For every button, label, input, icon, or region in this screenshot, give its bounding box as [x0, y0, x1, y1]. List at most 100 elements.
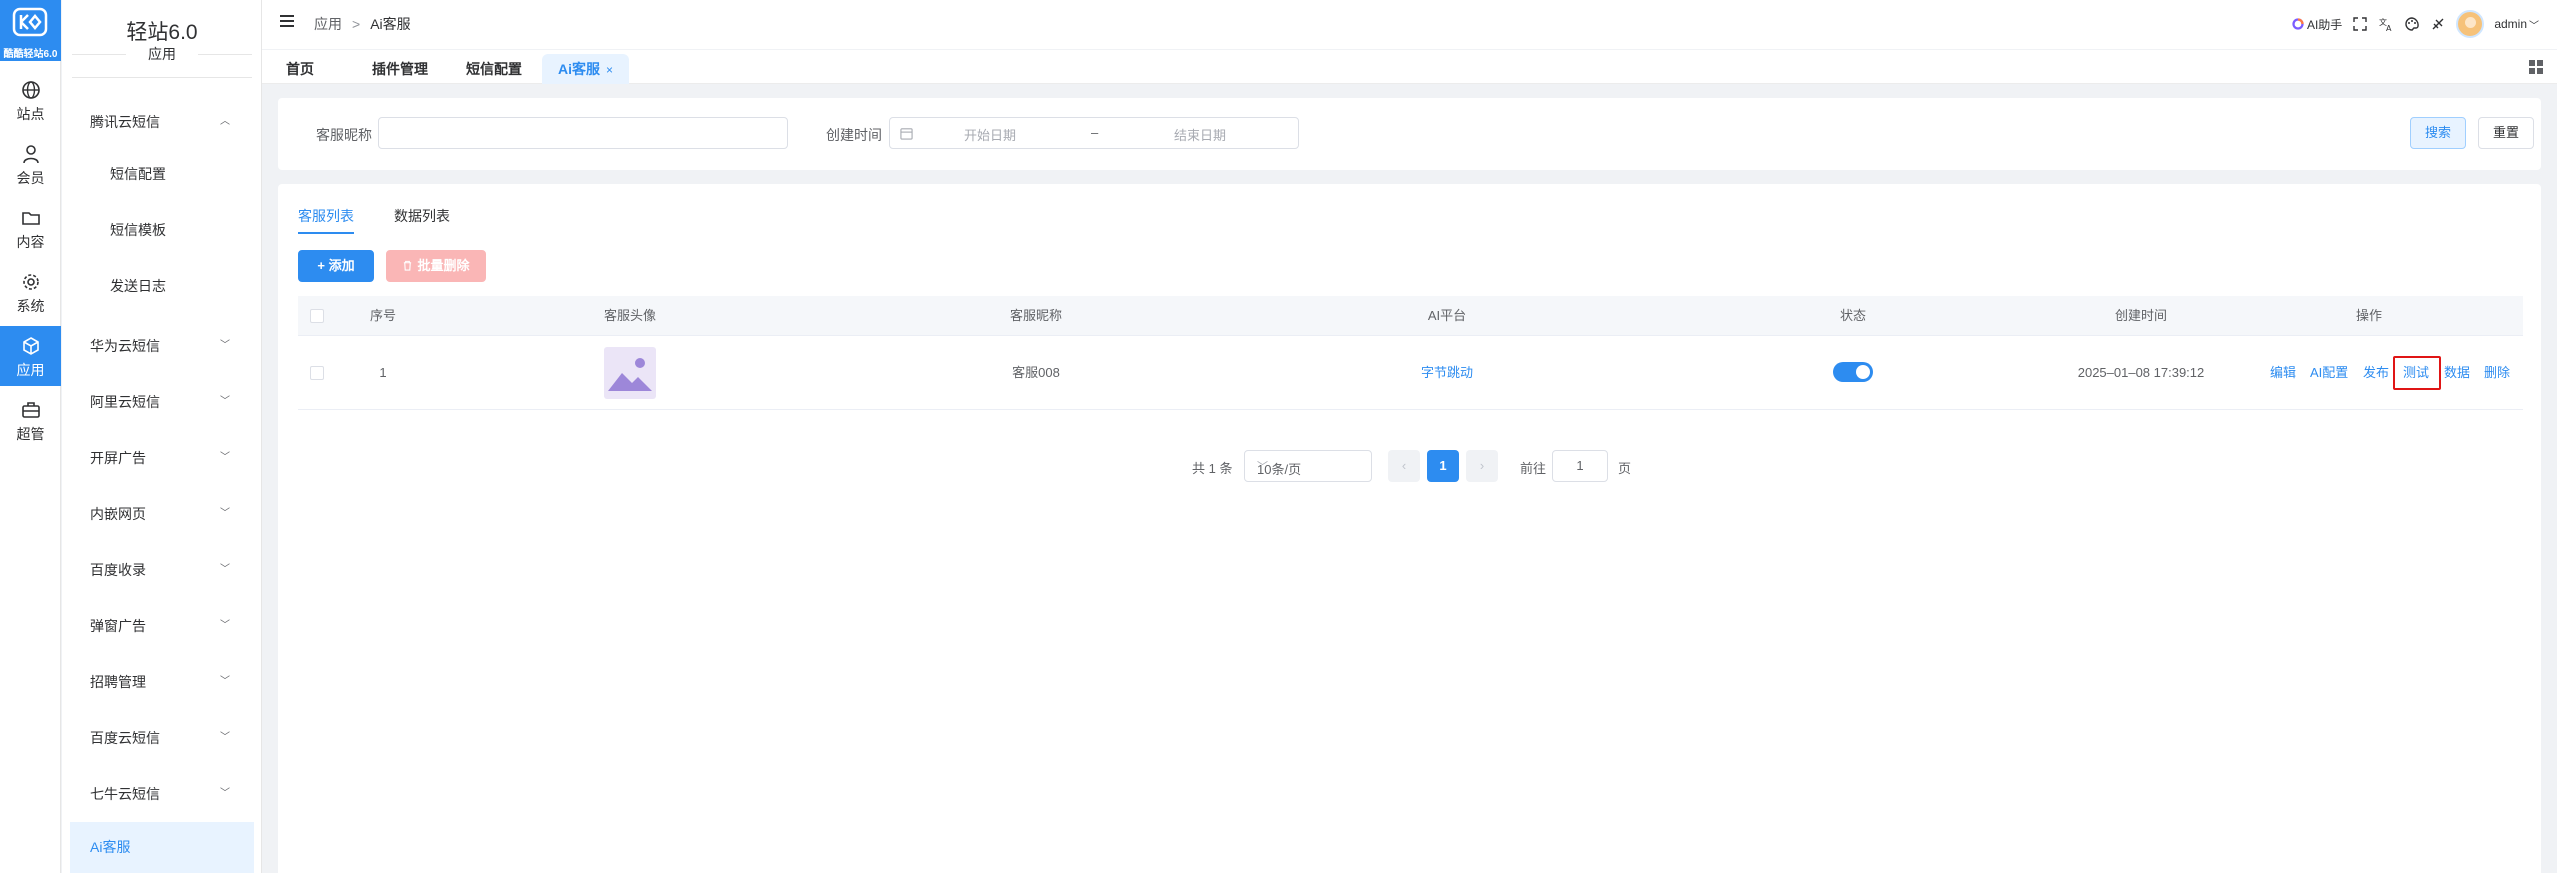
menu-item-ai-service[interactable]: Ai客服 — [70, 822, 254, 873]
logo-brand-text: 酷酷轻站6.0 — [3, 49, 58, 60]
chevron-down-icon: ﹀ — [220, 508, 230, 519]
chevron-down-icon: ﹀ — [220, 452, 230, 463]
col-created-time: 创建时间 — [2114, 308, 2167, 323]
search-panel: 客服昵称 创建时间 开始日期 – 结束日期 搜索 重置 — [278, 98, 2541, 170]
chevron-down-icon[interactable]: ﹀ — [2529, 17, 2539, 32]
header-tools: AI助手 文A admin ﹀ — [2292, 10, 2539, 38]
menu-group-label: 七牛云短信 — [90, 786, 160, 802]
page-size-select[interactable]: 10条/页 ﹀ — [1244, 450, 1372, 482]
add-button[interactable]: + 添加 — [298, 250, 374, 282]
translate-icon[interactable]: 文A — [2378, 16, 2394, 32]
goto-page-input[interactable]: 1 — [1552, 450, 1608, 482]
table-row: 1 客服008 字节跳动 2025–01–08 17:39:12 编辑 AI配置… — [298, 336, 2523, 410]
main-panel: 客服列表 数据列表 + 添加 批量删除 序号 客服头像 客服昵称 AI平台 状态… — [278, 184, 2541, 873]
fullscreen-icon[interactable] — [2352, 16, 2368, 32]
tab-sms-config[interactable]: 短信配置 — [450, 54, 538, 84]
col-avatar: 客服头像 — [603, 308, 656, 323]
globe-icon — [22, 81, 40, 99]
reset-button[interactable]: 重置 — [2478, 117, 2534, 149]
avatar[interactable] — [2456, 10, 2485, 38]
nickname-label: 客服昵称 — [316, 127, 372, 143]
submenu-title: 轻站6.0 — [126, 21, 198, 44]
rail-label: 站点 — [16, 106, 45, 122]
menu-group-label: 阿里云短信 — [90, 394, 160, 410]
logo-mark-icon — [12, 7, 48, 37]
search-button[interactable]: 搜索 — [2410, 117, 2466, 149]
bulk-delete-label: 批量删除 — [417, 258, 470, 273]
chevron-left-icon: ‹ — [1401, 458, 1407, 473]
status-toggle[interactable] — [1833, 362, 1873, 382]
nickname-input[interactable] — [378, 117, 788, 149]
menu-item-send-log[interactable]: 发送日志 — [62, 260, 262, 312]
rail-item-superadmin[interactable]: 超管 — [0, 390, 61, 450]
cell-created-time: 2025–01–08 17:39:12 — [2077, 365, 2205, 380]
bulk-delete-button[interactable]: 批量删除 — [386, 250, 486, 282]
rail-item-apps[interactable]: 应用 — [0, 326, 61, 386]
tab-plugin-manage[interactable]: 插件管理 — [356, 54, 444, 84]
palette-icon[interactable] — [2404, 16, 2420, 32]
close-icon[interactable]: × — [606, 63, 613, 77]
rail-label: 应用 — [16, 362, 45, 378]
sub-menu: 轻站6.0 应用 腾讯云短信 ︿ 短信配置 短信模板 发送日志 华为云短信 ﹀ 阿里… — [62, 0, 262, 873]
cube-icon — [23, 337, 39, 355]
rail-item-system[interactable]: 系统 — [0, 262, 61, 322]
rail-item-content[interactable]: 内容 — [0, 198, 61, 258]
cell-nickname: 客服008 — [1012, 365, 1060, 380]
tab-service-list[interactable]: 客服列表 — [298, 206, 354, 226]
rail-item-member[interactable]: 会员 — [0, 134, 61, 194]
prev-page-button[interactable]: ‹ — [1388, 450, 1420, 482]
table-header: 序号 客服头像 客服昵称 AI平台 状态 创建时间 操作 — [298, 296, 2523, 336]
trash-icon — [404, 260, 412, 271]
menu-group-tencent-sms[interactable]: 腾讯云短信 ︿ — [62, 96, 262, 148]
publish-link[interactable]: 发布 — [2363, 336, 2389, 410]
menu-group-baidu-sms[interactable]: 百度云短信 ﹀ — [62, 712, 262, 764]
next-page-button[interactable]: › — [1466, 450, 1498, 482]
gear-icon — [23, 274, 39, 290]
menu-group-label: 百度云短信 — [90, 730, 160, 746]
user-name[interactable]: admin — [2494, 17, 2527, 31]
ai-assistant-button[interactable]: AI助手 — [2292, 16, 2342, 33]
menu-group-popup-ad[interactable]: 弹窗广告 ﹀ — [62, 600, 262, 652]
cell-ai-platform[interactable]: 字节跳动 — [1387, 336, 1507, 410]
menu-group-aliyun-sms[interactable]: 阿里云短信 ﹀ — [62, 376, 262, 428]
row-checkbox[interactable] — [310, 366, 324, 380]
page-number-current[interactable]: 1 — [1427, 450, 1459, 482]
tab-ai-service[interactable]: Ai客服 × — [542, 54, 630, 84]
test-link-highlight-box — [2393, 356, 2441, 390]
menu-group-embedded-web[interactable]: 内嵌网页 ﹀ — [62, 488, 262, 540]
tab-data-list[interactable]: 数据列表 — [394, 206, 450, 226]
menu-group-huawei-sms[interactable]: 华为云短信 ﹀ — [62, 320, 262, 372]
hamburger-icon[interactable] — [280, 15, 294, 27]
tab-home[interactable]: 首页 — [270, 54, 330, 84]
chevron-down-icon: ﹀ — [220, 732, 230, 743]
rail-item-site[interactable]: 站点 — [0, 70, 61, 130]
col-ai-platform: AI平台 — [1427, 308, 1467, 323]
breadcrumb-current: Ai客服 — [370, 16, 411, 32]
ai-config-link[interactable]: AI配置 — [2310, 336, 2348, 410]
delete-link[interactable]: 删除 — [2484, 336, 2510, 410]
grid-icon[interactable] — [2529, 60, 2543, 74]
menu-item-sms-config[interactable]: 短信配置 — [62, 148, 262, 200]
col-nickname: 客服昵称 — [1009, 308, 1062, 323]
briefcase-icon — [22, 402, 40, 418]
select-all-checkbox[interactable] — [310, 309, 324, 323]
menu-group-splash-ad[interactable]: 开屏广告 ﹀ — [62, 432, 262, 484]
menu-group-recruit[interactable]: 招聘管理 ﹀ — [62, 656, 262, 708]
ai-assistant-label: AI助手 — [2306, 17, 2343, 32]
menu-group-qiniu-sms[interactable]: 七牛云短信 ﹀ — [62, 768, 262, 820]
menu-group-label: 招聘管理 — [90, 674, 146, 690]
rail-label: 会员 — [16, 170, 45, 186]
menu-group-label: 百度收录 — [90, 562, 146, 578]
avatar-thumbnail — [604, 347, 656, 399]
breadcrumb-item[interactable]: 应用 — [314, 16, 342, 32]
app-logo[interactable]: 酷酷轻站6.0 — [0, 0, 61, 61]
theme-icon[interactable] — [2430, 16, 2446, 32]
menu-item-sms-template[interactable]: 短信模板 — [62, 204, 262, 256]
chevron-down-icon: ﹀ — [220, 340, 230, 351]
menu-group-baidu-index[interactable]: 百度收录 ﹀ — [62, 544, 262, 596]
data-link[interactable]: 数据 — [2444, 336, 2470, 410]
col-status: 状态 — [1839, 308, 1866, 323]
edit-link[interactable]: 编辑 — [2270, 336, 2296, 410]
date-range-picker[interactable]: 开始日期 – 结束日期 — [889, 117, 1299, 149]
svg-text:A: A — [2386, 24, 2392, 32]
